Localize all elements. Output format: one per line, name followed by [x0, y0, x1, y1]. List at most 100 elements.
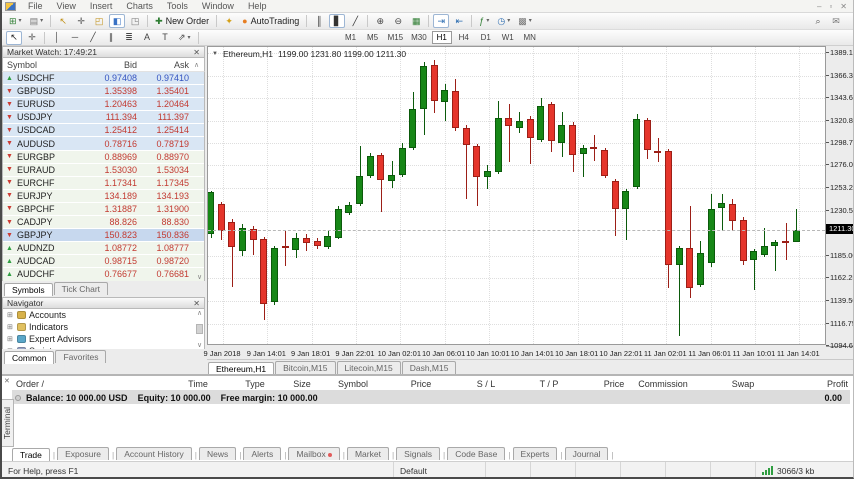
cursor-tool-button[interactable]: ↖: [6, 30, 22, 45]
indicators-button[interactable]: ƒ ▾: [476, 14, 492, 28]
candle-body[interactable]: [313, 240, 321, 246]
terminal-tab-market[interactable]: Market: [346, 447, 389, 460]
candle-body[interactable]: [409, 108, 417, 149]
scroll-up-icon[interactable]: ∧: [197, 309, 202, 317]
candle-body[interactable]: [515, 120, 523, 128]
minimize-button[interactable]: –: [817, 2, 821, 11]
price-axis[interactable]: 1211.30 1389.10 1366.35 1343.60 1320.85 1298…: [826, 46, 853, 350]
market-watch-toggle-button[interactable]: ◧: [109, 14, 126, 28]
profiles-button[interactable]: ▤ ▾: [27, 14, 47, 28]
candle-body[interactable]: [611, 181, 619, 210]
candle-body[interactable]: [324, 235, 332, 247]
terminal-tab-alerts[interactable]: Alerts: [243, 447, 282, 460]
line-chart-button[interactable]: ╱: [347, 14, 363, 28]
candle-body[interactable]: [441, 89, 449, 102]
market-watch-row[interactable]: ▼ EURGBP 0.88969 0.88970: [3, 150, 204, 164]
candle-body[interactable]: [388, 175, 396, 182]
market-watch-row[interactable]: ▼ AUDUSD 0.78716 0.78719: [3, 137, 204, 151]
candle-body[interactable]: [643, 119, 651, 151]
market-watch-scrollbar[interactable]: ∨: [195, 72, 204, 281]
candle-body[interactable]: [675, 247, 683, 265]
scroll-down-icon[interactable]: ∨: [197, 273, 202, 281]
timeframe-mn[interactable]: MN: [520, 31, 540, 44]
menu-help[interactable]: Help: [241, 1, 274, 11]
candle-body[interactable]: [718, 203, 726, 209]
auto-scroll-button[interactable]: ⇥: [433, 14, 450, 28]
zoom-out-button[interactable]: ⊖: [390, 14, 406, 28]
chat-button[interactable]: ✉: [828, 14, 844, 28]
candle-body[interactable]: [664, 151, 672, 265]
column-bid[interactable]: Bid: [89, 60, 141, 70]
candle-body[interactable]: [208, 192, 214, 234]
order-column-0[interactable]: Order /: [16, 379, 44, 389]
order-column-3[interactable]: Size: [293, 379, 311, 389]
order-column-1[interactable]: Time: [188, 379, 208, 389]
timeframe-m5[interactable]: M5: [363, 31, 383, 44]
navigator-item-indicators[interactable]: ⊞ Indicators: [3, 321, 204, 333]
candle-body[interactable]: [217, 204, 225, 231]
label-button[interactable]: T: [157, 31, 173, 45]
candle-body[interactable]: [228, 222, 236, 247]
expert-advisors-button[interactable]: ✦: [221, 14, 237, 28]
expand-plus-icon[interactable]: ⊞: [7, 311, 14, 319]
expand-plus-icon[interactable]: ⊞: [7, 347, 14, 349]
candle-body[interactable]: [760, 245, 768, 255]
candle-body[interactable]: [398, 147, 406, 176]
channel-button[interactable]: ∥: [103, 31, 119, 45]
order-column-9[interactable]: Commission: [638, 379, 688, 389]
scroll-up-icon[interactable]: ∧: [194, 61, 199, 69]
tab-common[interactable]: Common: [4, 351, 55, 364]
market-watch-row[interactable]: ▼ EURJPY 134.189 134.193: [3, 189, 204, 203]
order-column-10[interactable]: Swap: [732, 379, 755, 389]
candle-body[interactable]: [473, 145, 481, 178]
tab-favorites[interactable]: Favorites: [55, 350, 107, 363]
candle-body[interactable]: [654, 151, 662, 154]
close-icon[interactable]: ✕: [193, 299, 200, 308]
navigator-scrollbar[interactable]: ∧ ∨: [195, 309, 204, 349]
terminal-tab-trade[interactable]: Trade: [12, 448, 50, 461]
candle-body[interactable]: [334, 209, 342, 238]
fibonacci-button[interactable]: ≣: [121, 31, 137, 45]
menu-view[interactable]: View: [50, 1, 83, 11]
candle-body[interactable]: [270, 247, 278, 302]
zoom-in-button[interactable]: ⊕: [372, 14, 388, 28]
close-icon[interactable]: ✕: [193, 48, 200, 57]
candle-body[interactable]: [366, 156, 374, 177]
terminal-tab-signals[interactable]: Signals: [396, 447, 441, 460]
terminal-side-tab[interactable]: Terminal: [2, 399, 14, 447]
terminal-tab-code-base[interactable]: Code Base: [447, 447, 506, 460]
chart-tab-dash-m15[interactable]: Dash,M15: [401, 361, 457, 374]
close-icon[interactable]: ✕: [4, 377, 10, 385]
order-column-7[interactable]: T / P: [540, 379, 559, 389]
market-watch-row[interactable]: ▼ CADJPY 88.826 88.830: [3, 216, 204, 230]
order-column-8[interactable]: Price: [604, 379, 625, 389]
crosshair-tool-button[interactable]: ✛: [24, 31, 40, 45]
market-watch-row[interactable]: ▼ EURCHF 1.17341 1.17345: [3, 176, 204, 190]
trendline-button[interactable]: ╱: [85, 31, 101, 45]
terminal-tab-experts[interactable]: Experts: [512, 447, 558, 460]
timeframe-h4[interactable]: H4: [454, 31, 474, 44]
market-watch-row[interactable]: ▼ GBPCHF 1.31887 1.31900: [3, 202, 204, 217]
order-column-5[interactable]: Price: [411, 379, 432, 389]
chart-tab-litecoin-m15[interactable]: Litecoin,M15: [336, 361, 401, 374]
autotrading-button[interactable]: ● AutoTrading: [239, 14, 302, 28]
menu-charts[interactable]: Charts: [119, 1, 160, 11]
close-button[interactable]: ✕: [840, 2, 847, 11]
terminal-tab-news[interactable]: News: [199, 447, 237, 460]
candle-body[interactable]: [569, 124, 577, 156]
horizontal-line-button[interactable]: ─: [67, 31, 83, 45]
candle-body[interactable]: [292, 237, 300, 250]
navigator-item-accounts[interactable]: ⊞ Accounts: [3, 309, 204, 321]
terminal-tab-journal[interactable]: Journal: [564, 447, 609, 460]
pointer-panel-button[interactable]: ◰: [91, 14, 107, 28]
bar-chart-button[interactable]: ║: [311, 14, 327, 28]
candle-body[interactable]: [696, 252, 704, 285]
candle-body[interactable]: [622, 191, 630, 210]
restore-button[interactable]: ▫: [829, 2, 832, 11]
menu-tools[interactable]: Tools: [160, 1, 195, 11]
balance-row[interactable]: Balance: 10 000.00 USD Equity: 10 000.00 F…: [12, 391, 850, 404]
menu-file[interactable]: File: [21, 1, 50, 11]
templates-button[interactable]: ▩ ▾: [515, 14, 535, 28]
candle-body[interactable]: [601, 150, 609, 177]
market-watch-row[interactable]: ▼ GBPJPY 150.823 150.836: [3, 229, 204, 243]
